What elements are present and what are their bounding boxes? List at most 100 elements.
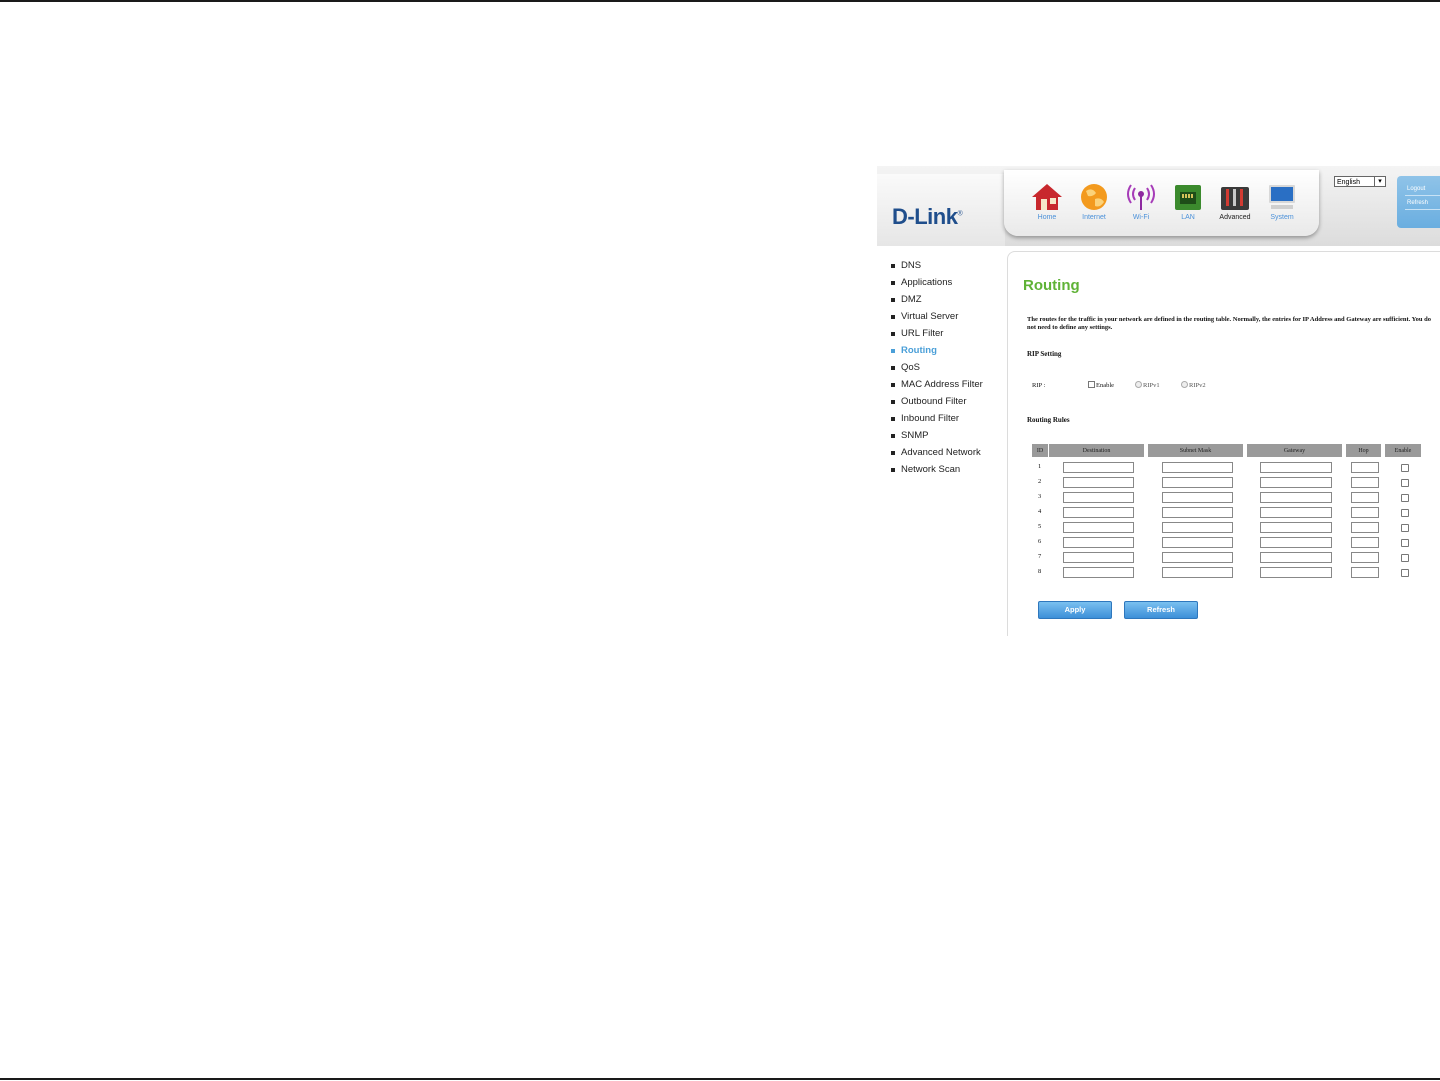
hop-input[interactable] xyxy=(1351,492,1379,503)
wifi-antenna-icon xyxy=(1124,182,1158,212)
bullet-icon xyxy=(891,264,895,268)
bullet-icon xyxy=(891,298,895,302)
gateway-input[interactable] xyxy=(1260,552,1332,563)
ripv2-radio[interactable]: RIPv2 xyxy=(1181,381,1206,389)
subnet-mask-input[interactable] xyxy=(1162,537,1233,548)
gateway-input[interactable] xyxy=(1260,477,1332,488)
nav-home[interactable]: Home xyxy=(1024,182,1070,226)
menu-item-dns[interactable]: DNS xyxy=(890,259,983,276)
row-enable-checkbox[interactable] xyxy=(1401,554,1409,562)
row-enable-checkbox[interactable] xyxy=(1401,569,1409,577)
menu-item-mac-address-filter[interactable]: MAC Address Filter xyxy=(890,378,983,395)
routing-content-panel: Routing The routes for the traffic in yo… xyxy=(1007,251,1440,636)
destination-input[interactable] xyxy=(1063,492,1134,503)
destination-input[interactable] xyxy=(1063,522,1134,533)
bullet-icon xyxy=(891,349,895,353)
destination-input[interactable] xyxy=(1063,537,1134,548)
hop-input[interactable] xyxy=(1351,477,1379,488)
row-enable-checkbox[interactable] xyxy=(1401,524,1409,532)
row-id: 8 xyxy=(1038,568,1042,575)
top-border-line xyxy=(0,0,1440,2)
menu-item-applications[interactable]: Applications xyxy=(890,276,983,293)
language-select[interactable]: English ▾ xyxy=(1334,176,1386,187)
gateway-input[interactable] xyxy=(1260,537,1332,548)
side-tab-divider xyxy=(1405,195,1440,196)
row-enable-checkbox[interactable] xyxy=(1401,509,1409,517)
menu-item-routing[interactable]: Routing xyxy=(890,344,983,361)
menu-item-virtual-server[interactable]: Virtual Server xyxy=(890,310,983,327)
subnet-mask-input[interactable] xyxy=(1162,507,1233,518)
table-row: 1 xyxy=(1008,461,1440,476)
page-title: Routing xyxy=(1023,277,1080,294)
hop-input[interactable] xyxy=(1351,537,1379,548)
bullet-icon xyxy=(891,383,895,387)
hop-input[interactable] xyxy=(1351,462,1379,473)
gateway-input[interactable] xyxy=(1260,492,1332,503)
subnet-mask-input[interactable] xyxy=(1162,552,1233,563)
row-id: 3 xyxy=(1038,493,1042,500)
bullet-icon xyxy=(891,332,895,336)
subnet-mask-input[interactable] xyxy=(1162,522,1233,533)
logout-link[interactable]: Logout xyxy=(1407,186,1425,192)
gateway-input[interactable] xyxy=(1260,462,1332,473)
bullet-icon xyxy=(891,281,895,285)
row-id: 2 xyxy=(1038,478,1042,485)
bullet-icon xyxy=(891,315,895,319)
row-enable-checkbox[interactable] xyxy=(1401,494,1409,502)
gateway-input[interactable] xyxy=(1260,567,1332,578)
page-description: The routes for the traffic in your netwo… xyxy=(1027,316,1431,331)
menu-item-inbound-filter[interactable]: Inbound Filter xyxy=(890,412,983,429)
row-enable-checkbox[interactable] xyxy=(1401,479,1409,487)
table-row: 5 xyxy=(1008,521,1440,536)
menu-item-qos[interactable]: QoS xyxy=(890,361,983,378)
table-row: 2 xyxy=(1008,476,1440,491)
subnet-mask-input[interactable] xyxy=(1162,567,1233,578)
menu-item-network-scan[interactable]: Network Scan xyxy=(890,463,983,480)
nav-internet[interactable]: Internet xyxy=(1071,182,1117,226)
row-enable-checkbox[interactable] xyxy=(1401,464,1409,472)
hop-input[interactable] xyxy=(1351,567,1379,578)
row-enable-checkbox[interactable] xyxy=(1401,539,1409,547)
nav-system[interactable]: System xyxy=(1259,182,1305,226)
router-admin-screenshot: D-Link® Home Internet Wi-Fi LAN Advanced… xyxy=(877,166,1440,636)
nav-advanced[interactable]: Advanced xyxy=(1212,182,1258,226)
table-row: 4 xyxy=(1008,506,1440,521)
subnet-mask-input[interactable] xyxy=(1162,492,1233,503)
hop-input[interactable] xyxy=(1351,507,1379,518)
ripv1-radio[interactable]: RIPv1 xyxy=(1135,381,1160,389)
menu-item-url-filter[interactable]: URL Filter xyxy=(890,327,983,344)
hop-input[interactable] xyxy=(1351,522,1379,533)
globe-icon xyxy=(1077,182,1111,212)
side-tab-divider xyxy=(1405,209,1440,210)
account-side-tab: Logout Refresh xyxy=(1397,176,1440,228)
row-id: 7 xyxy=(1038,553,1042,560)
subnet-mask-input[interactable] xyxy=(1162,477,1233,488)
gateway-input[interactable] xyxy=(1260,522,1332,533)
refresh-link[interactable]: Refresh xyxy=(1407,200,1428,206)
column-header-destination: Destination xyxy=(1049,444,1144,457)
bullet-icon xyxy=(891,468,895,472)
nav-wifi[interactable]: Wi-Fi xyxy=(1118,182,1164,226)
gateway-input[interactable] xyxy=(1260,507,1332,518)
monitor-icon xyxy=(1265,182,1299,212)
destination-input[interactable] xyxy=(1063,507,1134,518)
column-header-gateway: Gateway xyxy=(1247,444,1342,457)
destination-input[interactable] xyxy=(1063,552,1134,563)
menu-item-advanced-network[interactable]: Advanced Network xyxy=(890,446,983,463)
apply-button[interactable]: Apply xyxy=(1038,601,1112,619)
row-id: 1 xyxy=(1038,463,1042,470)
subnet-mask-input[interactable] xyxy=(1162,462,1233,473)
menu-item-outbound-filter[interactable]: Outbound Filter xyxy=(890,395,983,412)
menu-item-snmp[interactable]: SNMP xyxy=(890,429,983,446)
rip-label: RIP : xyxy=(1032,382,1046,389)
nav-lan[interactable]: LAN xyxy=(1165,182,1211,226)
hop-input[interactable] xyxy=(1351,552,1379,563)
menu-item-dmz[interactable]: DMZ xyxy=(890,293,983,310)
bullet-icon xyxy=(891,366,895,370)
destination-input[interactable] xyxy=(1063,567,1134,578)
destination-input[interactable] xyxy=(1063,477,1134,488)
destination-input[interactable] xyxy=(1063,462,1134,473)
rip-section-title: RIP Setting xyxy=(1027,350,1062,358)
rip-enable-checkbox[interactable]: Enable xyxy=(1088,381,1114,389)
refresh-button[interactable]: Refresh xyxy=(1124,601,1198,619)
